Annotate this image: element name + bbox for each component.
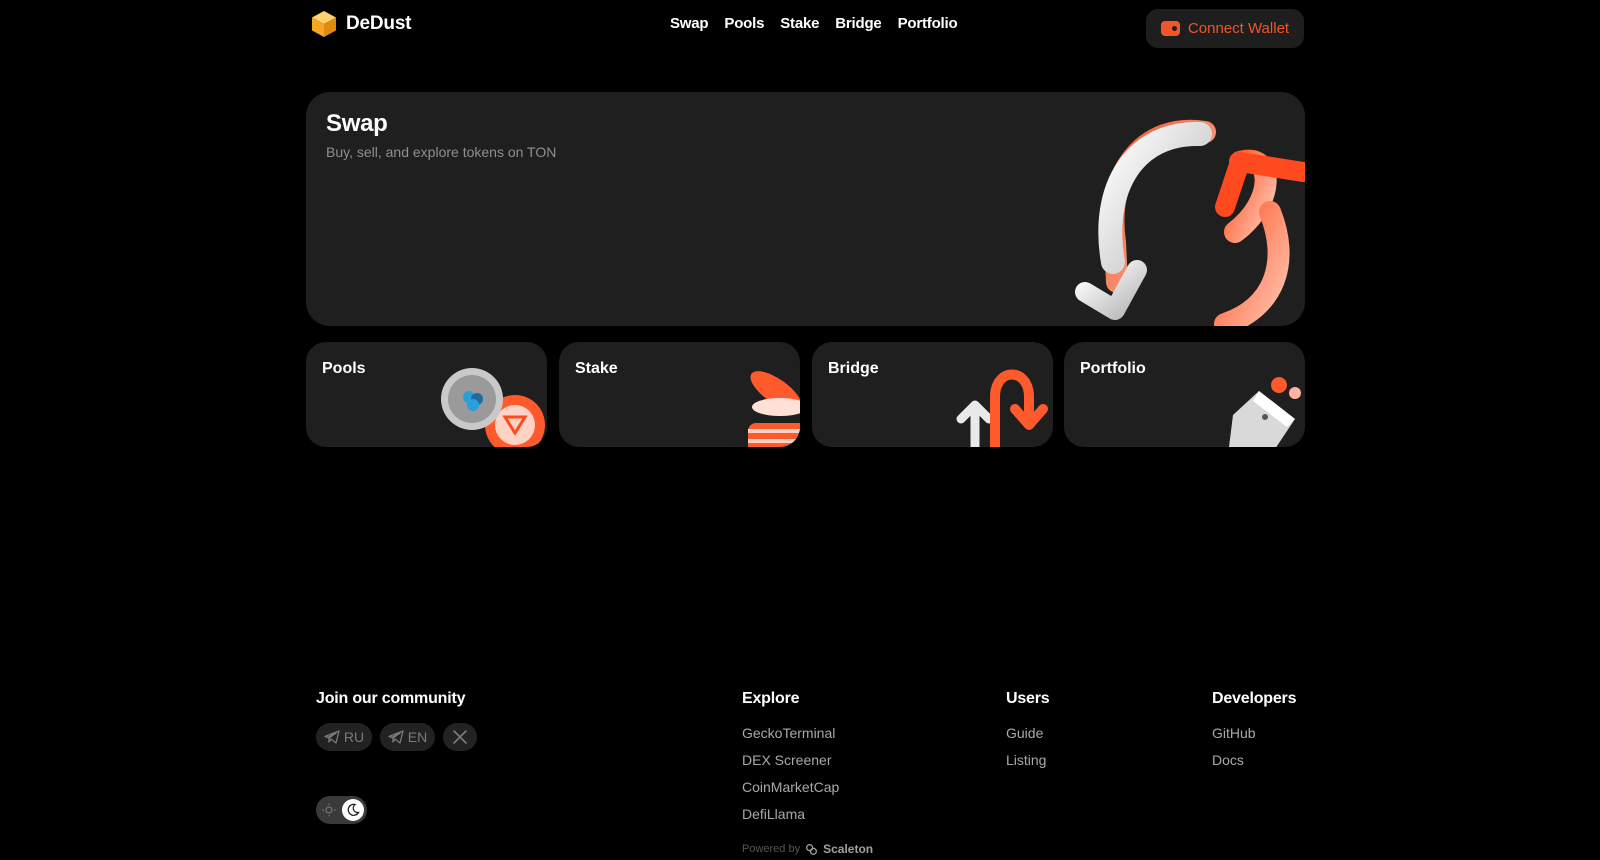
swap-hero-card[interactable]: Swap Buy, sell, and explore tokens on TO… [306, 92, 1305, 326]
link-geckoterminal[interactable]: GeckoTerminal [742, 725, 835, 741]
chip-en-label: EN [407, 729, 428, 745]
link-github[interactable]: GitHub [1212, 725, 1256, 741]
pools-card[interactable]: Pools [306, 342, 547, 447]
portfolio-card-title: Portfolio [1080, 360, 1146, 377]
link-defillama[interactable]: DefiLlama [742, 806, 805, 822]
moon-icon [342, 799, 364, 821]
header: DeDust Swap Pools Stake Bridge Portfolio… [306, 9, 1304, 48]
telegram-icon [388, 730, 404, 744]
connect-wallet-button[interactable]: Connect Wallet [1146, 9, 1304, 48]
powered-label: Powered by [742, 843, 801, 855]
explore-title: Explore [742, 690, 800, 707]
link-coinmarketcap[interactable]: CoinMarketCap [742, 779, 839, 795]
telegram-ru-link[interactable]: RU [316, 723, 372, 751]
hero-title: Swap [326, 110, 388, 137]
link-docs[interactable]: Docs [1212, 752, 1244, 768]
telegram-en-link[interactable]: EN [380, 723, 435, 751]
brand-name: DeDust [346, 13, 412, 34]
bridge-card[interactable]: Bridge [812, 342, 1053, 447]
users-title: Users [1006, 690, 1050, 707]
telegram-icon [324, 730, 340, 744]
link-dex-screener[interactable]: DEX Screener [742, 752, 831, 768]
nav-pools[interactable]: Pools [724, 15, 764, 32]
community-title: Join our community [316, 690, 466, 707]
chip-ru-label: RU [343, 729, 365, 745]
nav-portfolio[interactable]: Portfolio [898, 15, 958, 32]
connect-wallet-label: Connect Wallet [1187, 20, 1290, 37]
link-listing[interactable]: Listing [1006, 752, 1046, 768]
developers-title: Developers [1212, 690, 1297, 707]
wallet-illustration [1229, 377, 1301, 447]
powered-by[interactable]: Powered by Scaleton [742, 842, 873, 856]
sun-icon [322, 803, 336, 817]
link-guide[interactable]: Guide [1006, 725, 1043, 741]
pools-card-title: Pools [322, 360, 366, 377]
page: DeDust Swap Pools Stake Bridge Portfolio… [0, 0, 1600, 860]
hero-subtitle: Buy, sell, and explore tokens on TON [326, 144, 557, 160]
cube-logo-icon [312, 11, 336, 37]
portfolio-card[interactable]: Portfolio [1064, 342, 1305, 447]
nav-swap[interactable]: Swap [670, 15, 709, 32]
coin-stack-illustration [748, 371, 800, 447]
stake-card[interactable]: Stake [559, 342, 800, 447]
nav-stake[interactable]: Stake [780, 15, 819, 32]
coins-illustration [441, 368, 545, 447]
brand-logo[interactable]: DeDust [312, 11, 412, 37]
x-icon [453, 730, 467, 744]
bridge-arrows-illustration [956, 369, 1048, 447]
x-link[interactable] [443, 723, 477, 751]
theme-toggle[interactable] [316, 796, 367, 824]
swap-arrows-illustration [1075, 119, 1305, 326]
stake-card-title: Stake [575, 360, 618, 377]
main-nav: Swap Pools Stake Bridge Portfolio [670, 15, 958, 32]
scaleton-icon [806, 843, 818, 855]
powered-brand: Scaleton [823, 842, 874, 856]
bridge-card-title: Bridge [828, 360, 879, 377]
wallet-icon [1160, 21, 1180, 36]
nav-bridge[interactable]: Bridge [835, 15, 882, 32]
